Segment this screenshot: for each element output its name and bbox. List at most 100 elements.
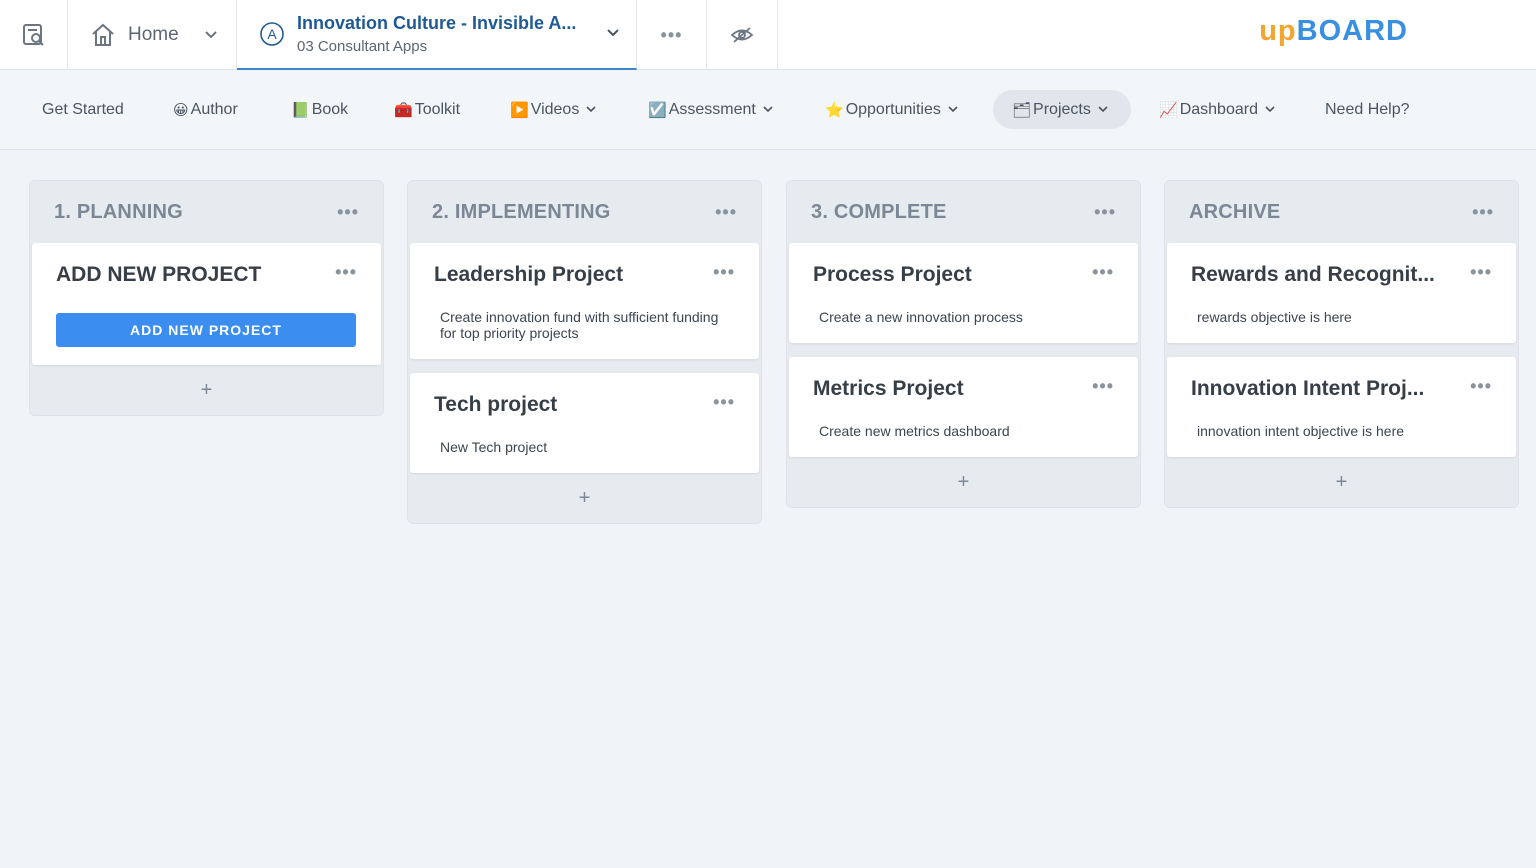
card-title: Leadership Project: [434, 263, 624, 286]
nav-book[interactable]: 📗 Book: [279, 90, 360, 129]
nav-dashboard[interactable]: 📈 Dashboard: [1147, 90, 1287, 129]
book-icon: 📗: [291, 101, 310, 119]
column-header: 1. PLANNING •••: [30, 181, 383, 243]
chevron-down-icon: [586, 106, 596, 113]
more-icon[interactable]: •••: [1470, 263, 1492, 281]
nav-projects[interactable]: 🗂 Projects: [993, 90, 1131, 129]
card-title: Metrics Project: [813, 377, 964, 400]
more-icon[interactable]: •••: [337, 203, 359, 221]
nav-label: Author: [190, 100, 238, 118]
search-book-icon: [22, 24, 44, 46]
column-header: 3. COMPLETE •••: [787, 181, 1140, 243]
search-board-button[interactable]: [0, 0, 68, 70]
card-title: Innovation Intent Proj...: [1191, 377, 1425, 400]
app-subtitle: 03 Consultant Apps: [297, 38, 428, 55]
card-description: rewards objective is here: [1197, 309, 1352, 325]
column-header: ARCHIVE •••: [1165, 181, 1518, 243]
column-title: ARCHIVE: [1189, 200, 1281, 223]
column-title: 2. IMPLEMENTING: [432, 200, 611, 223]
card-title: Tech project: [434, 393, 558, 416]
smile-icon: 😀: [173, 101, 189, 119]
app-titles: Innovation Culture - Invisible A... 03 C…: [297, 13, 587, 55]
chevron-down-icon[interactable]: [606, 28, 620, 38]
column-implementing: 2. IMPLEMENTING ••• ••• Leadership Proje…: [407, 180, 762, 524]
toolbox-icon: 🧰: [394, 101, 413, 119]
app-badge-letter: A: [267, 26, 277, 42]
card-description: New Tech project: [440, 439, 548, 455]
more-icon[interactable]: •••: [1092, 263, 1114, 281]
top-bar: Home A Innovation Culture - Invisible A.…: [0, 0, 1536, 70]
add-project-card: ••• ADD NEW PROJECT ADD NEW PROJECT: [32, 243, 381, 365]
nav-author[interactable]: 😀 Author: [161, 90, 250, 129]
card-title: ADD NEW PROJECT: [56, 263, 262, 286]
nav-videos[interactable]: ▶️ Videos: [498, 90, 608, 129]
nav-bar: Get Started 😀 Author 📗 Book 🧰 Toolkit ▶️…: [0, 70, 1536, 150]
column-planning: 1. PLANNING ••• ••• ADD NEW PROJECT ADD …: [29, 180, 384, 416]
nav-opportunities[interactable]: ⭐ Opportunities: [813, 90, 970, 129]
home-tab[interactable]: Home: [68, 0, 237, 70]
more-icon[interactable]: •••: [1470, 377, 1492, 395]
column-title: 3. COMPLETE: [811, 200, 947, 223]
brand-logo: upBOARD: [1259, 15, 1408, 48]
home-label: Home: [128, 24, 179, 45]
more-icon[interactable]: •••: [715, 203, 737, 221]
add-card-button[interactable]: +: [30, 365, 383, 415]
project-card[interactable]: ••• Process Project Create a new innovat…: [789, 243, 1138, 343]
project-card[interactable]: ••• Metrics Project Create new metrics d…: [789, 357, 1138, 457]
column-archive: ARCHIVE ••• ••• Rewards and Recognit... …: [1164, 180, 1519, 508]
nav-assessment[interactable]: ☑️ Assessment: [636, 90, 785, 129]
chevron-down-icon[interactable]: [204, 30, 218, 40]
project-card[interactable]: ••• Leadership Project Create innovation…: [410, 243, 759, 359]
card-description: Create a new innovation process: [819, 309, 1023, 325]
app-circle-icon: A: [260, 22, 284, 46]
more-icon[interactable]: •••: [713, 263, 735, 281]
nav-label: Book: [311, 100, 349, 118]
nav-toolkit[interactable]: 🧰 Toolkit: [382, 90, 472, 129]
nav-need-help[interactable]: Need Help?: [1313, 90, 1422, 129]
more-icon[interactable]: •••: [1092, 377, 1114, 395]
card-title: Rewards and Recognit...: [1191, 263, 1435, 286]
project-card[interactable]: ••• Tech project New Tech project: [410, 373, 759, 473]
card-description: Create new metrics dashboard: [819, 423, 1010, 439]
chart-icon: 📈: [1159, 101, 1178, 119]
more-icon[interactable]: •••: [1094, 203, 1116, 221]
checkbox-icon: ☑️: [648, 101, 667, 119]
more-icon: •••: [660, 25, 683, 45]
brand-up: up: [1259, 15, 1297, 47]
card-description: Create innovation fund with sufficient f…: [440, 309, 719, 341]
more-icon[interactable]: •••: [713, 393, 735, 411]
chevron-down-icon: [948, 106, 958, 113]
card-description: innovation intent objective is here: [1197, 423, 1405, 439]
chevron-down-icon: [763, 106, 773, 113]
nav-label: Get Started: [42, 100, 124, 118]
column-complete: 3. COMPLETE ••• ••• Process Project Crea…: [786, 180, 1141, 508]
hide-button[interactable]: [707, 0, 778, 70]
add-card-button[interactable]: +: [408, 473, 761, 523]
app-tab[interactable]: A Innovation Culture - Invisible A... 03…: [237, 0, 637, 70]
nav-label: Opportunities: [845, 100, 941, 118]
add-card-button[interactable]: +: [1165, 457, 1518, 507]
nav-label: Dashboard: [1179, 100, 1258, 118]
star-icon: ⭐: [825, 101, 844, 119]
add-new-project-button[interactable]: ADD NEW PROJECT: [56, 313, 356, 347]
play-icon: ▶️: [510, 101, 529, 119]
project-card[interactable]: ••• Innovation Intent Proj... innovation…: [1167, 357, 1516, 457]
more-icon[interactable]: •••: [335, 263, 357, 281]
folder-icon: 🗂: [1012, 101, 1032, 119]
brand-board: BOARD: [1296, 15, 1408, 47]
more-icon[interactable]: •••: [1472, 203, 1494, 221]
card-title: Process Project: [813, 263, 972, 286]
more-apps-button[interactable]: •••: [637, 0, 707, 70]
nav-label: Toolkit: [414, 100, 461, 118]
home-icon: [92, 23, 114, 46]
app-title: Innovation Culture - Invisible A...: [297, 13, 577, 33]
nav-get-started[interactable]: Get Started: [30, 90, 136, 129]
chevron-down-icon: [1265, 106, 1275, 113]
nav-label: Need Help?: [1325, 100, 1410, 118]
add-card-button[interactable]: +: [787, 457, 1140, 507]
nav-label: Projects: [1033, 100, 1091, 118]
project-card[interactable]: ••• Rewards and Recognit... rewards obje…: [1167, 243, 1516, 343]
chevron-down-icon: [1098, 106, 1108, 113]
column-title: 1. PLANNING: [54, 200, 183, 223]
eye-off-icon: [730, 27, 754, 43]
